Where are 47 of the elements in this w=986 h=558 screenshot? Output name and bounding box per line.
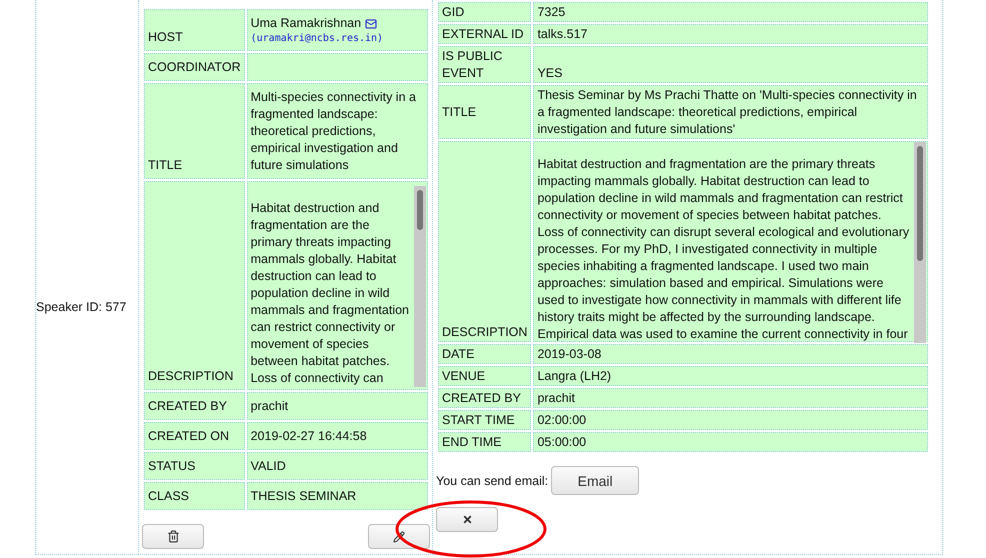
label-cell: TITLE [438, 85, 532, 139]
value-cell: Langra (LH2) [533, 366, 928, 386]
value-cell: Thesis Seminar by Ms Prachi Thatte on 'Multi-species connectivity in a fragmented landscape: theoretical predictions, empirical investigation and future simulations' [533, 85, 928, 139]
label-cell: DESCRIPTION [144, 181, 245, 390]
label-cell: START TIME [438, 410, 532, 430]
label-cell: CREATED ON [144, 422, 245, 450]
edit-button[interactable] [368, 524, 430, 549]
value-cell: 2019-03-08 [533, 344, 928, 364]
scrollbar[interactable] [414, 186, 426, 387]
label-cell: EXTERNAL ID [438, 24, 532, 44]
label-cell: CREATED BY [144, 392, 245, 420]
value-cell: 02:00:00 [533, 410, 928, 430]
email-link[interactable]: (uramakri@ncbs.res.in) [250, 32, 424, 46]
label-cell: TITLE [144, 83, 245, 179]
label-cell: CLASS [144, 482, 245, 510]
label-cell: VENUE [438, 366, 532, 386]
value-cell: VALID [246, 452, 428, 480]
label-cell: IS PUBLIC EVENT [438, 46, 532, 83]
label-cell: DESCRIPTION [438, 141, 532, 342]
scrollbar[interactable] [914, 142, 926, 343]
label-cell: CREATED BY [438, 388, 532, 408]
label-cell: DATE [438, 344, 532, 364]
value-cell: talks.517 [533, 24, 928, 44]
mail-icon[interactable] [365, 18, 378, 30]
value-cell: prachit [246, 392, 428, 420]
label-cell: END TIME [438, 432, 532, 452]
label-cell: HOST [144, 9, 245, 51]
value-cell: THESIS SEMINAR [246, 482, 428, 510]
trash-icon [166, 530, 180, 543]
value-cell: Multi-species connectivity in a fragmented landscape: theoretical predictions, empirical investigation and future simulations [246, 83, 428, 179]
description-text: Habitat destruction and fragmentation are the primary threats impacting mammals globally. Habitat destruction can lead to population decline in wild mammals and fragmentation can restrict connectivity or movement of species between habitat patches. Loss of connectivity can disrupt several ecological and evolutionary processes. For my PhD, I investigated connectivity in multiple species inhabiting a fragmented landscape. I used two main approaches: simulation based and empirical. Simulations were used to investigate how connectivity in mammals with different life history traits might be affected by the surrounding landscape. Empirical data was used to examine the current connectivity in four [537, 156, 910, 343]
value-cell: prachit [533, 388, 928, 408]
close-icon [462, 514, 472, 525]
speaker-id: Speaker ID: 577 [36, 300, 126, 314]
email-prompt: You can send email: [436, 474, 548, 488]
email-button[interactable]: Email [551, 466, 640, 495]
description-text: Habitat destruction and fragmentation are the primary threats impacting mammals globally. Habitat destruction can lead to population decline in wild mammals and fragmentation can restrict connectivity or movement of species between habitat patches. Loss of connectivity can [250, 200, 410, 387]
host-name: Uma Ramakrishnan [250, 15, 362, 32]
value-cell: YES [533, 46, 928, 83]
value-cell: 05:00:00 [533, 432, 928, 452]
label-cell: STATUS [144, 452, 245, 480]
value-cell: 7325 [533, 2, 928, 22]
label-cell: GID [438, 2, 532, 22]
delete-button[interactable] [142, 524, 204, 549]
value-cell: 2019-02-27 16:44:58 [246, 422, 428, 450]
pencil-icon [393, 530, 405, 542]
label-cell: COORDINATOR [144, 53, 245, 81]
